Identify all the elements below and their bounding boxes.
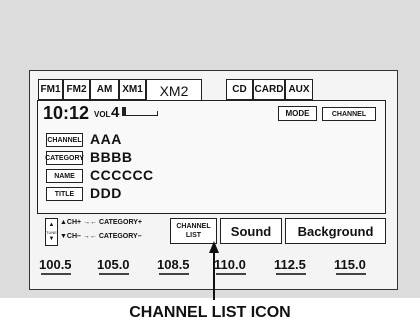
callout-label: CHANNEL LIST ICON [129, 304, 291, 321]
mode-label[interactable]: MODE [278, 106, 317, 121]
preset-6-underline [336, 273, 366, 275]
tab-cd[interactable]: CD [226, 79, 253, 100]
tune-down-icon: ▼ [48, 235, 55, 242]
tab-fm1[interactable]: FM1 [38, 79, 63, 100]
channel-value: AAA [90, 131, 122, 147]
volume-bar-track [126, 115, 158, 116]
volume-label: VOL [94, 110, 111, 119]
tab-fm2[interactable]: FM2 [63, 79, 90, 100]
category-value: BBBB [90, 149, 133, 165]
preset-3-underline [159, 273, 189, 275]
sound-button[interactable]: Sound [220, 218, 282, 244]
preset-2-underline [99, 273, 129, 275]
preset-1-underline [41, 273, 71, 275]
preset-5-underline [276, 273, 306, 275]
title-label: TITLE [46, 187, 83, 201]
tune-up-icon: ▲ [48, 221, 55, 228]
name-value: CCCCCC [90, 167, 154, 183]
channel-label: CHANNEL [46, 133, 83, 147]
tab-aux[interactable]: AUX [285, 79, 313, 100]
preset-3[interactable]: 108.5 [157, 257, 190, 272]
channel-list-label-line1: CHANNEL [176, 223, 211, 230]
volume-bar-end [157, 111, 158, 116]
tab-xm2[interactable]: XM2 [146, 79, 202, 101]
ch-category-up: ▲CH+ →← CATEGORY+ [60, 219, 142, 226]
category-label: CATEGORY [45, 151, 84, 165]
name-label: NAME [46, 169, 83, 183]
preset-1[interactable]: 100.5 [39, 257, 72, 272]
volume-value: 4 [111, 104, 120, 121]
clock-time: 10:12 [43, 103, 90, 123]
ch-category-down: ▼CH– →← CATEGORY– [60, 233, 142, 240]
tab-card[interactable]: CARD [253, 79, 285, 100]
channel-list-label-line2: LIST [185, 232, 202, 239]
mode-value: CHANNEL [322, 107, 376, 121]
preset-5[interactable]: 112.5 [274, 257, 306, 272]
callout-arrow [209, 241, 219, 300]
background-button[interactable]: Background [285, 218, 386, 244]
preset-2[interactable]: 105.0 [97, 257, 130, 272]
preset-6[interactable]: 115.0 [334, 257, 366, 272]
info-panel: 10:12 VOL 4 MODE CHANNEL CHANNEL AAA CAT… [37, 100, 386, 214]
tune-label: TUNE [46, 229, 57, 235]
tab-am[interactable]: AM [90, 79, 119, 100]
tune-button[interactable]: ▲ TUNE ▼ [45, 218, 58, 246]
title-value: DDD [90, 185, 122, 201]
tab-xm1[interactable]: XM1 [119, 79, 146, 100]
